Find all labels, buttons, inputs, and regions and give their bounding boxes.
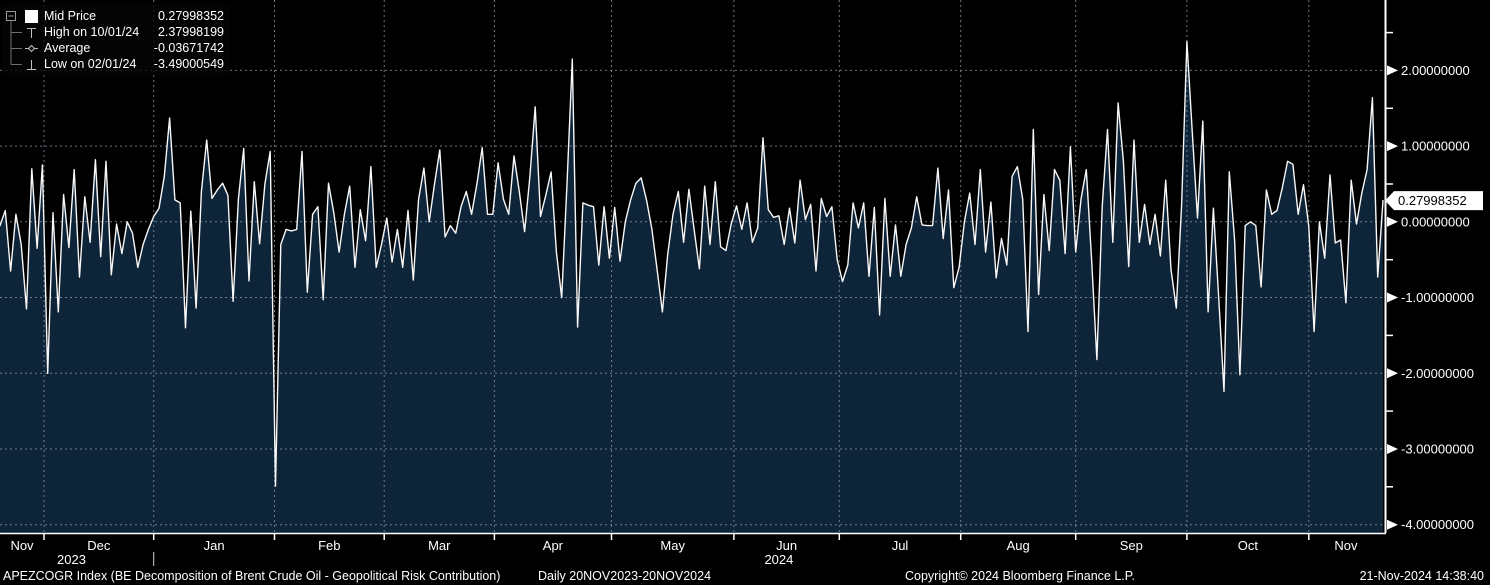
status-bar: APEZCOGR Index (BE Decomposition of Bren… (0, 567, 1490, 585)
y-axis-label: -3.00000000 (1401, 442, 1474, 457)
y-axis-label: -1.00000000 (1401, 290, 1474, 305)
y-tick-arrow-icon (1387, 65, 1398, 75)
legend-value: -0.03671742 (154, 40, 224, 56)
y-tick-arrow-icon (1387, 520, 1398, 530)
chart-legend: Mid Price 0.27998352 High on 10/01/24 2.… (2, 5, 230, 75)
last-price-label: 0.27998352 (1398, 193, 1467, 208)
month-label: Nov (10, 538, 34, 553)
year-label: 2024 (764, 552, 793, 567)
chart-period: Daily 20NOV2023-20NOV2024 (538, 569, 711, 583)
chart-title: APEZCOGR Index (BE Decomposition of Bren… (3, 569, 500, 583)
timestamp: 21-Nov-2024 14:38:40 (1360, 569, 1484, 583)
month-label: Mar (428, 538, 451, 553)
legend-label: Low on 02/01/24 (44, 56, 136, 72)
legend-row-high[interactable]: High on 10/01/24 2.37998199 (2, 24, 230, 40)
month-label: Jul (892, 538, 909, 553)
y-axis-label: 0.00000000 (1401, 214, 1470, 229)
y-tick-arrow-icon (1387, 444, 1398, 454)
month-label: Dec (87, 538, 111, 553)
month-label: Sep (1120, 538, 1143, 553)
legend-label: Mid Price (44, 8, 96, 24)
month-label: Jan (204, 538, 225, 553)
year-label: 2023 (57, 552, 86, 567)
y-tick-arrow-icon (1387, 368, 1398, 378)
legend-value: 2.37998199 (158, 24, 224, 40)
legend-label: Average (44, 40, 90, 56)
legend-row-low[interactable]: Low on 02/01/24 -3.49000549 (2, 56, 230, 72)
y-tick-arrow-icon (1387, 293, 1398, 303)
y-axis-label: -4.00000000 (1401, 517, 1474, 532)
y-axis-label: 1.00000000 (1401, 139, 1470, 154)
copyright-text: Copyright© 2024 Bloomberg Finance L.P. (905, 569, 1135, 583)
y-axis-label: 2.00000000 (1401, 63, 1470, 78)
month-label: Jun (776, 538, 797, 553)
legend-row-average[interactable]: Average -0.03671742 (2, 40, 230, 56)
legend-row-mid-price[interactable]: Mid Price 0.27998352 (2, 8, 230, 24)
month-label: Feb (318, 538, 340, 553)
y-tick-arrow-icon (1387, 141, 1398, 151)
legend-value: 0.27998352 (158, 8, 224, 24)
month-label: Nov (1334, 538, 1358, 553)
price-chart-plot[interactable]: 2.00000000 1.00000000 0.00000000 -1.0000000… (0, 0, 1490, 585)
y-axis-label: -2.00000000 (1401, 366, 1474, 381)
month-label: May (660, 538, 685, 553)
y-tick-arrow-icon (1387, 217, 1398, 227)
area-fill (0, 42, 1383, 533)
month-label: Oct (1238, 538, 1259, 553)
month-label: Apr (543, 538, 564, 553)
legend-value: -3.49000549 (154, 56, 224, 72)
legend-label: High on 10/01/24 (44, 24, 139, 40)
bloomberg-chart-window: 2.00000000 1.00000000 0.00000000 -1.0000000… (0, 0, 1490, 585)
month-label: Aug (1007, 538, 1030, 553)
